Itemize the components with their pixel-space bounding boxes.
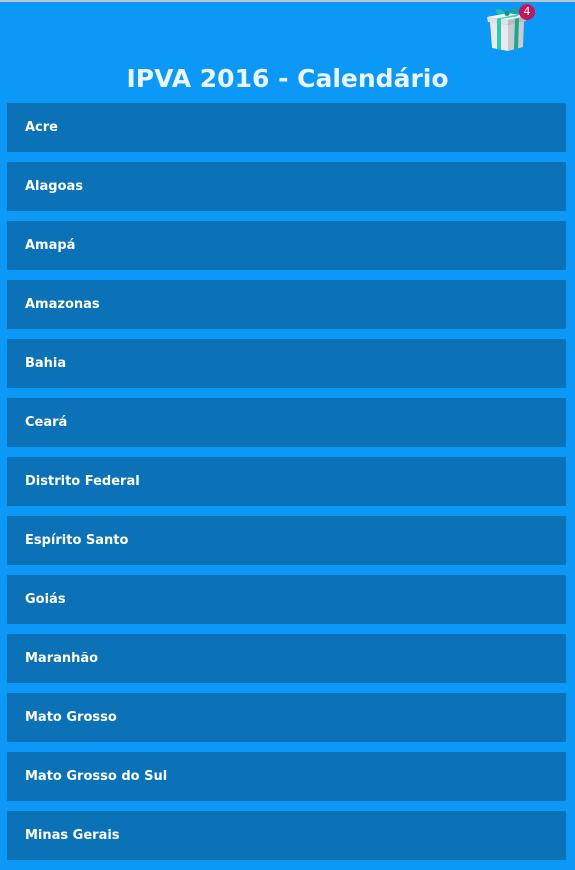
list-item-goias[interactable]: Goiás (7, 575, 566, 624)
list-item-mato-grosso[interactable]: Mato Grosso (7, 693, 566, 742)
list-item-mato-grosso-do-sul[interactable]: Mato Grosso do Sul (7, 752, 566, 801)
list-item-bahia[interactable]: Bahia (7, 339, 566, 388)
list-item-maranhao[interactable]: Maranhão (7, 634, 566, 683)
list-item-amazonas[interactable]: Amazonas (7, 280, 566, 329)
list-item-espirito-santo[interactable]: Espírito Santo (7, 516, 566, 565)
list-item-ceara[interactable]: Ceará (7, 398, 566, 447)
list-item-alagoas[interactable]: Alagoas (7, 162, 566, 211)
list-item-acre[interactable]: Acre (7, 103, 566, 152)
list-item-minas-gerais[interactable]: Minas Gerais (7, 811, 566, 860)
state-list: Acre Alagoas Amapá Amazonas Bahia Ceará Distri… (7, 103, 566, 870)
list-item-amapa[interactable]: Amapá (7, 221, 566, 270)
notification-badge: 4 (519, 4, 535, 20)
list-item-distrito-federal[interactable]: Distrito Federal (7, 457, 566, 506)
page-title: IPVA 2016 - Calendário (126, 64, 449, 93)
top-border (0, 0, 575, 2)
gift-button[interactable]: 4 (484, 4, 536, 54)
